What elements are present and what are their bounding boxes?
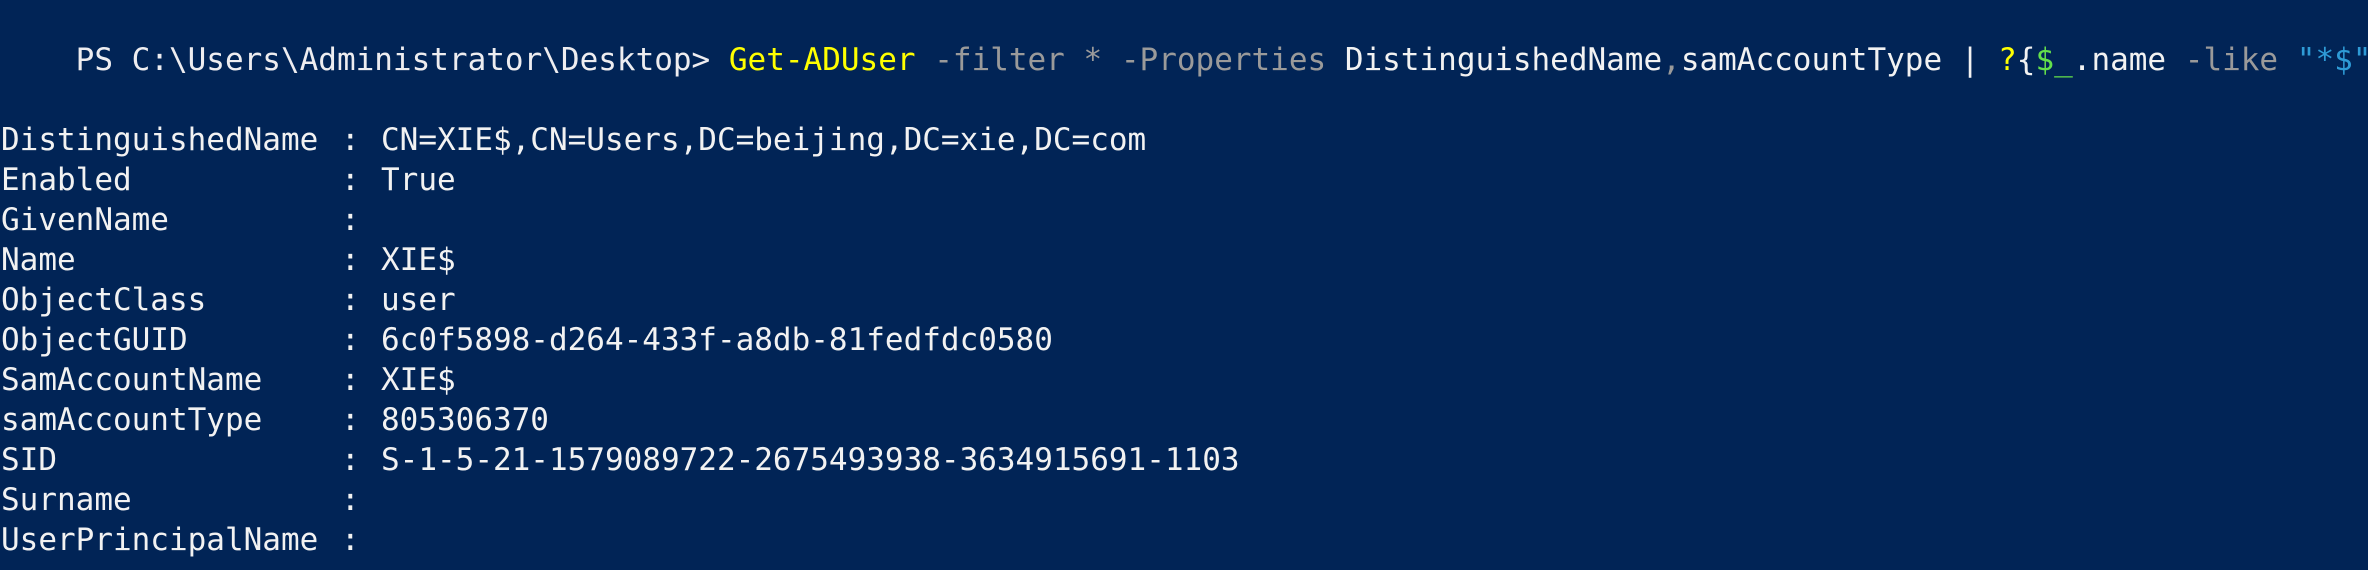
prompt-text: PS C:\Users\Administrator\Desktop> [75, 42, 729, 78]
property-value: S-1-5-21-1579089722-2675493938-363491569… [381, 442, 1240, 478]
property-row: ObjectGUID:6c0f5898-d264-433f-a8db-81fed… [1, 320, 1053, 360]
property-row: SID: S-1-5-21-1579089722-2675493938-36349… [1, 440, 1240, 480]
property-row: Name: XIE$ [1, 240, 456, 280]
property-name: UserPrincipalName [1, 522, 319, 558]
property-name: ObjectClass [1, 282, 207, 318]
property-value: XIE$ [381, 362, 456, 398]
command-token-param: -Properties [1120, 42, 1327, 78]
property-name: DistinguishedName [1, 122, 319, 158]
command-token-param: -filter [934, 42, 1065, 78]
property-name: Enabled [1, 162, 132, 198]
property-separator: : [341, 402, 360, 438]
property-name: SamAccountName [1, 362, 263, 398]
property-separator: : [341, 202, 360, 238]
powershell-console[interactable]: PS C:\Users\Administrator\Desktop> Get-A… [0, 0, 2368, 570]
property-separator: : [341, 522, 360, 558]
property-name: ObjectGUID [1, 322, 188, 358]
property-separator: : [341, 242, 360, 278]
property-value: CN=XIE$,CN=Users,DC=beijing,DC=xie,DC=co… [381, 122, 1147, 158]
property-value: 6c0f5898-d264-433f-a8db-81fedfdc0580 [381, 322, 1053, 358]
property-name: GivenName [1, 202, 169, 238]
command-token-param: * [1083, 42, 1103, 78]
command-token-text: { [2016, 42, 2036, 78]
command-token-text: DistinguishedName [1326, 42, 1663, 78]
command-token-text: .name [2072, 42, 2167, 78]
property-separator: : [341, 162, 360, 198]
command-text: Get-ADUser -filter * -Properties Disting… [729, 42, 2368, 78]
property-value: user [381, 282, 456, 318]
property-value: 805306370 [381, 402, 549, 438]
command-token-default [1065, 42, 1084, 78]
command-token-text: | [1942, 42, 1999, 78]
property-name: Surname [1, 482, 132, 518]
command-token-default [2166, 42, 2185, 78]
property-separator: : [341, 282, 360, 318]
property-separator: : [341, 322, 360, 358]
command-token-var: $_ [2035, 42, 2073, 78]
property-name: SID [1, 442, 57, 478]
property-value: True [381, 162, 456, 198]
command-token-command: Get-ADUser [728, 42, 916, 78]
property-name: samAccountType [1, 402, 263, 438]
property-row: GivenName: [1, 200, 381, 240]
command-token-op: , [1662, 42, 1681, 78]
property-separator: : [341, 362, 360, 398]
property-row: Enabled: True [1, 160, 456, 200]
property-row: SamAccountName: XIE$ [1, 360, 456, 400]
property-separator: : [341, 482, 360, 518]
property-row: UserPrincipalName: [1, 520, 381, 560]
command-token-default [2278, 42, 2297, 78]
property-separator: : [341, 442, 360, 478]
property-row: Surname: [1, 480, 381, 520]
property-separator: : [341, 122, 360, 158]
command-token-string: "*$" [2296, 42, 2368, 78]
command-token-default [1102, 42, 1121, 78]
command-token-command: ? [1998, 42, 2017, 78]
command-token-default [916, 42, 935, 78]
property-value: XIE$ [381, 242, 456, 278]
property-row: ObjectClass: user [1, 280, 456, 320]
property-name: Name [1, 242, 76, 278]
command-token-param: -like [2184, 42, 2279, 78]
property-row: samAccountType:805306370 [1, 400, 549, 440]
property-row: DistinguishedName: CN=XIE$,CN=Users,DC=be… [1, 120, 1146, 160]
command-token-text: samAccountType [1680, 42, 1943, 78]
command-line: PS C:\Users\Administrator\Desktop> Get-A… [1, 0, 2368, 78]
